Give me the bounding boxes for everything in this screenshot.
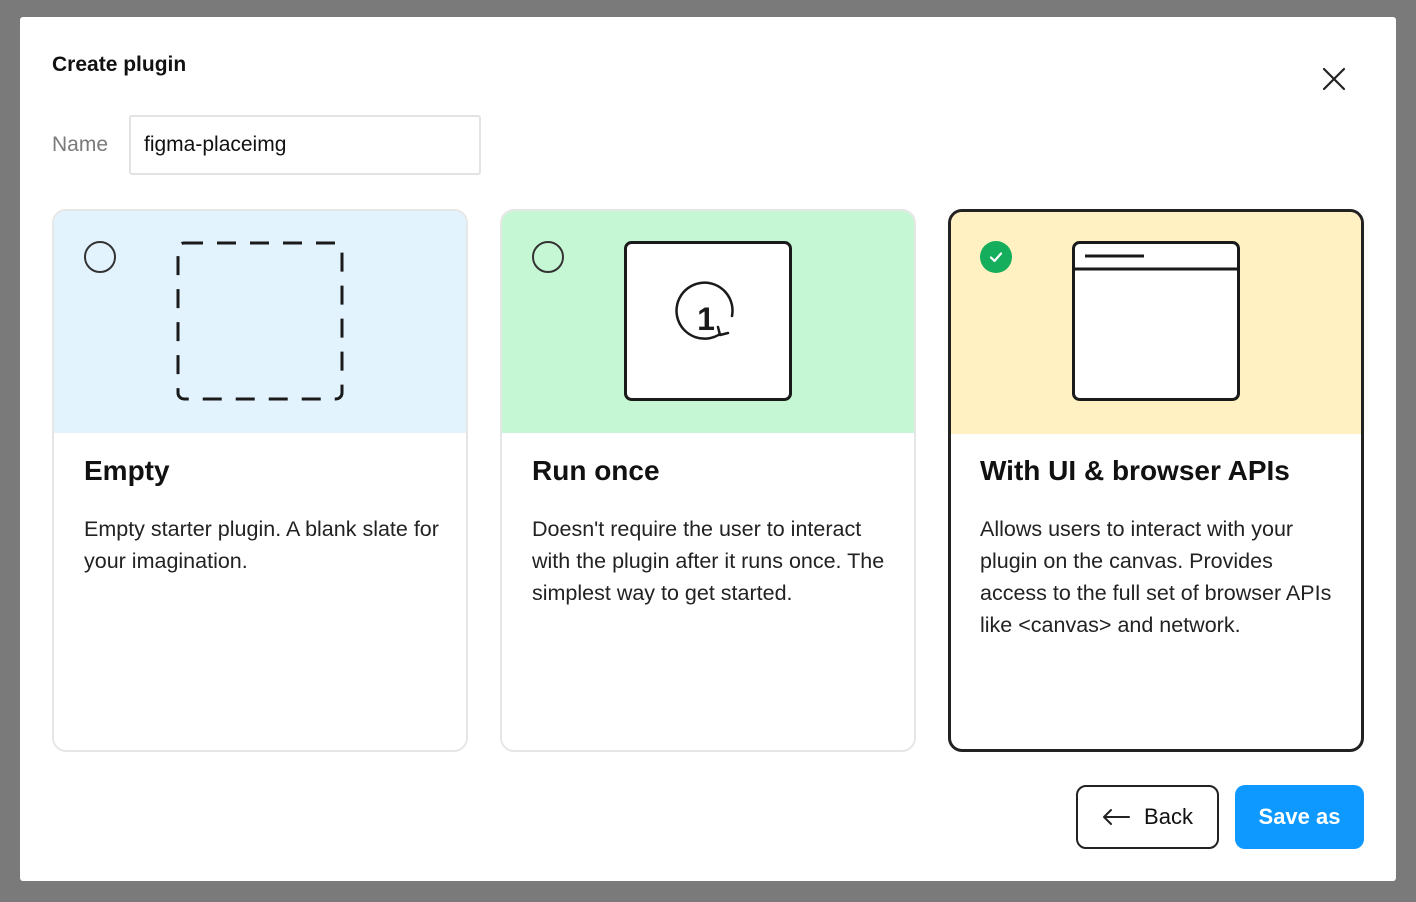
card-title: Empty bbox=[84, 455, 170, 486]
template-card-run-once[interactable]: 1 Run once Doesn't require the user to i… bbox=[500, 209, 916, 752]
radio-unselected[interactable] bbox=[84, 241, 116, 273]
check-icon bbox=[989, 252, 1003, 263]
back-button[interactable]: Back bbox=[1076, 785, 1219, 849]
close-button[interactable] bbox=[1316, 61, 1352, 97]
name-input[interactable] bbox=[129, 115, 481, 175]
create-plugin-dialog: Create plugin Name Empty Empty starter p… bbox=[20, 17, 1396, 881]
name-label: Name bbox=[52, 133, 109, 156]
template-card-empty[interactable]: Empty Empty starter plugin. A blank slat… bbox=[52, 209, 468, 752]
radio-selected[interactable] bbox=[980, 241, 1012, 273]
template-card-with-ui[interactable]: With UI & browser APIs Allows users to i… bbox=[948, 209, 1364, 752]
card-title: With UI & browser APIs bbox=[980, 455, 1290, 486]
arrow-left-icon bbox=[1103, 809, 1131, 825]
run-once-number: 1 bbox=[697, 301, 715, 337]
card-description: Empty starter plugin. A blank slate for … bbox=[84, 517, 439, 573]
card-title: Run once bbox=[532, 455, 660, 486]
card-illustration: 1 bbox=[502, 211, 914, 433]
save-as-button[interactable]: Save as bbox=[1235, 785, 1364, 849]
run-once-icon: 1 bbox=[624, 241, 792, 401]
browser-window-icon bbox=[1072, 241, 1240, 401]
dashed-square-icon bbox=[176, 241, 344, 401]
radio-unselected[interactable] bbox=[532, 241, 564, 273]
card-description: Doesn't require the user to interact wit… bbox=[532, 517, 885, 605]
card-illustration bbox=[54, 211, 466, 433]
card-illustration bbox=[951, 212, 1361, 434]
dialog-title: Create plugin bbox=[52, 53, 187, 76]
card-description: Allows users to interact with your plugi… bbox=[980, 517, 1332, 637]
close-icon bbox=[1322, 67, 1346, 91]
back-label: Back bbox=[1144, 804, 1193, 829]
